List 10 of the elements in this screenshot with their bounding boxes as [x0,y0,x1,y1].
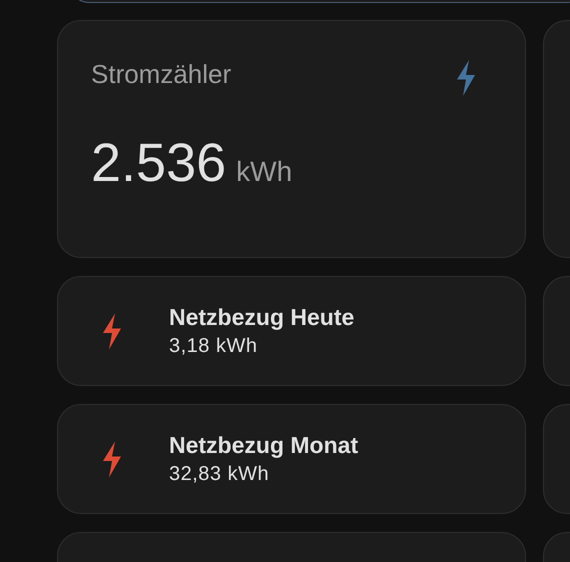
tile-card[interactable]: Netzbezug Monat 32,83 kWh [57,404,526,514]
tile-state: 32,83 kWh [169,462,270,487]
unit-label: kWh [236,155,292,189]
sensor-value: 2.536 [91,133,226,193]
card-title: Stromzähler [91,59,232,89]
tile-card[interactable]: Netzbezug Heute 3,18 kWh [57,276,526,386]
tile-name: Netzbezug Heute [169,303,354,332]
tile-name: Netzbezug Monat [169,431,358,460]
tile-state: 3,18 kWh [169,334,258,359]
sensor-card[interactable]: Stromzähler 2.536 kWh [57,20,526,258]
